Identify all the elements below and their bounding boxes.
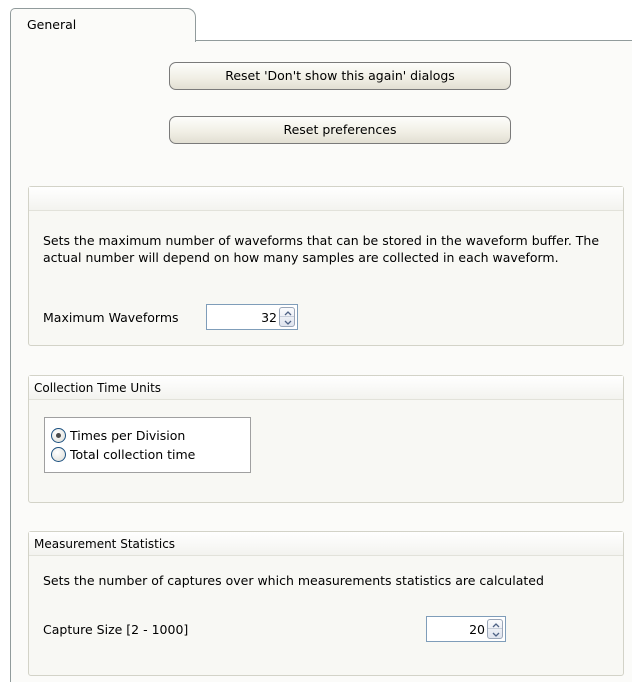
radio-total-collection-time-label: Total collection time (70, 447, 196, 462)
tab-general-label: General (27, 17, 77, 32)
spin-down-button[interactable] (488, 629, 502, 638)
tab-general[interactable]: General (10, 8, 196, 42)
collection-time-units-radio-group: Times per Division Total collection time (44, 417, 251, 473)
capture-size-value[interactable]: 20 (469, 622, 485, 637)
measurement-statistics-group: Measurement Statistics Sets the number o… (28, 531, 624, 676)
spin-down-button[interactable] (280, 317, 294, 326)
spinner-buttons (279, 307, 295, 327)
maximum-waveforms-label: Maximum Waveforms (43, 310, 179, 325)
chevron-down-icon (284, 320, 292, 325)
chevron-up-icon (492, 623, 500, 628)
spin-up-button[interactable] (488, 620, 502, 629)
waveforms-group-header (29, 187, 623, 211)
maximum-waveforms-spinner[interactable]: 32 (206, 304, 298, 330)
maximum-waveforms-value[interactable]: 32 (261, 310, 277, 325)
radio-circle-icon[interactable] (51, 428, 66, 443)
radio-circle-icon[interactable] (51, 447, 66, 462)
waveforms-group: Sets the maximum number of waveforms tha… (28, 186, 624, 346)
capture-size-label: Capture Size [2 - 1000] (43, 622, 189, 637)
collection-time-units-group: Collection Time Units Times per Division… (28, 375, 624, 503)
collection-time-units-header: Collection Time Units (29, 376, 623, 400)
reset-preferences-button[interactable]: Reset preferences (169, 116, 511, 144)
spin-up-button[interactable] (280, 308, 294, 317)
measurement-statistics-description: Sets the number of captures over which m… (43, 573, 544, 588)
measurement-statistics-header: Measurement Statistics (29, 532, 623, 556)
reset-dont-show-again-button[interactable]: Reset 'Don't show this again' dialogs (169, 62, 511, 90)
capture-size-spinner[interactable]: 20 (426, 616, 506, 642)
radio-selected-dot-icon (56, 433, 61, 438)
radio-times-per-division-label: Times per Division (70, 428, 186, 443)
chevron-up-icon (284, 311, 292, 316)
chevron-down-icon (492, 632, 500, 637)
general-panel: Reset 'Don't show this again' dialogs Re… (10, 40, 632, 682)
waveforms-description: Sets the maximum number of waveforms tha… (43, 233, 600, 265)
spinner-buttons (487, 619, 503, 639)
